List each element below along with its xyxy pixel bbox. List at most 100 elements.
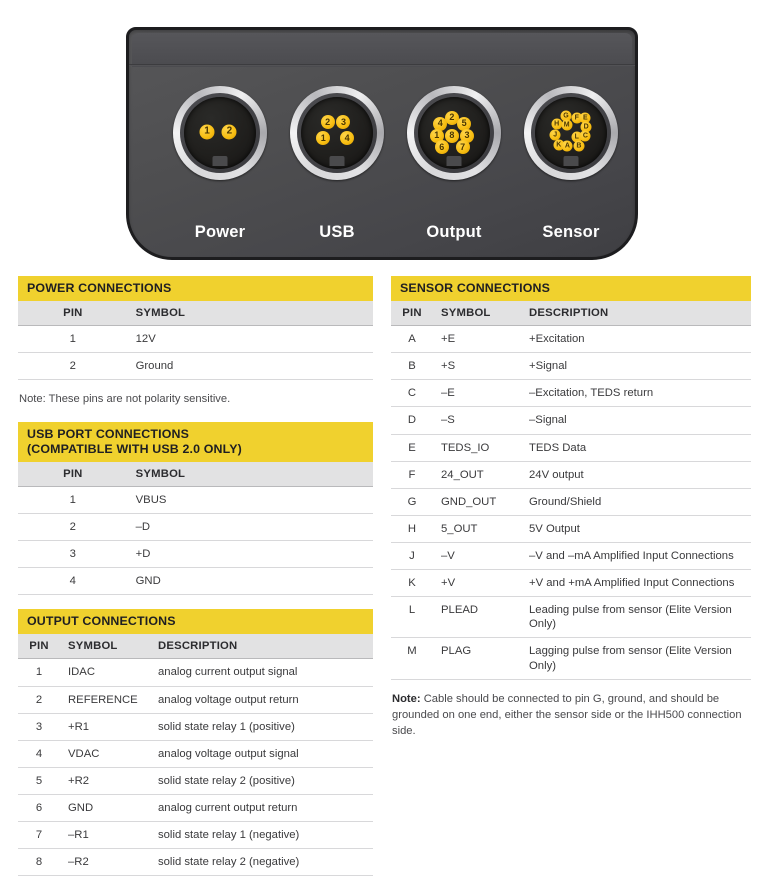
cell-description: –V and –mA Amplified Input Connections (525, 542, 751, 571)
power-note: Note: These pins are not polarity sensit… (19, 393, 231, 406)
cell-pin: 6 (18, 794, 60, 823)
cell-pin: 8 (18, 848, 60, 876)
table-row: 4 VDAC analog voltage output signal (18, 740, 373, 768)
cell-symbol: +R2 (60, 767, 154, 795)
connector-sensor: GFEHMDJLCKAB (524, 86, 618, 180)
sensor-connections-table: SENSOR CONNECTIONS PIN SYMBOL DESCRIPTIO… (391, 276, 751, 739)
table-row: M PLAG Lagging pulse from sensor (Elite Ve… (391, 637, 751, 680)
cell-pin: 1 (18, 325, 128, 354)
pin-usb-4: 4 (340, 131, 355, 146)
device-illustration: 1 2 Power 2 3 1 4 USB 2 4 5 1 8 3 6 7 Output G F E H M D J L C K A B… (126, 27, 638, 260)
table-row: 1 IDAC analog current output signal (18, 658, 373, 687)
cell-pin: K (391, 569, 433, 598)
table-row: H 5_OUT 5V Output (391, 515, 751, 544)
power-col-symbol: SYMBOL (127, 301, 373, 327)
device-seam-line (129, 64, 635, 66)
pin-sensor-M: M (561, 119, 573, 131)
cell-symbol: –R2 (60, 848, 154, 876)
cell-pin: 5 (18, 767, 60, 795)
table-row: 8 –R2 solid state relay 2 (negative) (18, 848, 373, 876)
sensor-table: PIN SYMBOL DESCRIPTION A +E +Excitation B +S… (391, 301, 751, 680)
table-row: 6 GND analog current output return (18, 794, 373, 823)
table-row: F 24_OUT 24V output (391, 461, 751, 489)
table-row: B +S +Signal (391, 352, 751, 381)
cell-symbol: +D (127, 540, 373, 569)
pin-sensor-C: C (579, 130, 591, 142)
cell-pin: E (391, 434, 433, 462)
cell-symbol: +E (433, 325, 525, 354)
connector-label-sensor: Sensor (542, 223, 600, 241)
cell-pin: 4 (18, 567, 128, 596)
table-row: 2 –D (18, 513, 373, 542)
connector-keyway (563, 156, 579, 166)
connector-label-power: Power (194, 223, 246, 241)
table-row: C –E –Excitation, TEDS return (391, 379, 751, 408)
cell-pin: C (391, 379, 433, 408)
pin-usb-2: 2 (320, 115, 335, 130)
cell-symbol: –E (433, 379, 525, 408)
connector-keyway (329, 156, 345, 166)
cell-pin: G (391, 488, 433, 516)
cell-description: analog current output signal (154, 658, 373, 687)
cell-pin: A (391, 325, 433, 354)
table-row: 3 +D (18, 540, 373, 569)
power-col-pin: PIN (18, 301, 128, 327)
sensor-col-description: DESCRIPTION (525, 301, 751, 327)
table-row: 2 Ground (18, 352, 373, 381)
output-table: PIN SYMBOL DESCRIPTION 1 IDAC analog curre… (18, 634, 373, 876)
sensor-table-body: A +E +Excitation B +S +Signal C –E –Excitation, … (391, 325, 751, 680)
pin-power-2: 2 (221, 124, 237, 140)
cell-pin: M (391, 637, 433, 680)
cell-description: +V and +mA Amplified Input Connections (525, 569, 751, 598)
output-table-title: OUTPUT CONNECTIONS (18, 609, 373, 635)
cell-symbol: PLAG (433, 637, 525, 680)
usb-table-body: 1 VBUS 2 –D 3 +D 4 GND (18, 486, 373, 596)
cell-pin: D (391, 406, 433, 435)
cell-description: solid state relay 2 (negative) (154, 848, 373, 876)
sensor-table-title: SENSOR CONNECTIONS (391, 276, 751, 302)
usb-connections-table: USB PORT CONNECTIONS (COMPATIBLE WITH US… (18, 421, 373, 596)
cell-symbol: Ground (127, 352, 373, 381)
table-row: 4 GND (18, 567, 373, 596)
table-row: L PLEAD Leading pulse from sensor (Elite V… (391, 596, 751, 639)
cell-pin: 3 (18, 713, 60, 741)
usb-col-symbol: SYMBOL (127, 461, 373, 487)
output-col-pin: PIN (18, 634, 60, 660)
table-row: 1 12V (18, 325, 373, 354)
connector-output: 24518367 (407, 86, 501, 180)
table-row: 1 VBUS (18, 486, 373, 514)
cell-pin: J (391, 542, 433, 571)
cell-description: analog current output return (154, 794, 373, 823)
cell-symbol: VDAC (60, 740, 154, 768)
table-header-row: PIN SYMBOL (18, 461, 373, 487)
cell-symbol: REFERENCE (60, 686, 154, 714)
table-row: E TEDS_IO TEDS Data (391, 434, 751, 462)
cell-description: Ground/Shield (525, 488, 751, 516)
cell-pin: 2 (18, 686, 60, 714)
cell-symbol: GND_OUT (433, 488, 525, 516)
cell-pin: 1 (18, 486, 128, 514)
pin-output-7: 7 (455, 140, 470, 155)
pin-power-1: 1 (199, 124, 215, 140)
cell-symbol: 5_OUT (433, 515, 525, 544)
cell-description: +Excitation (525, 325, 751, 354)
cell-symbol: +V (433, 569, 525, 598)
connector-barrel: 12 (184, 97, 256, 169)
cell-pin: 4 (18, 740, 60, 768)
cell-symbol: +R1 (60, 713, 154, 741)
cell-symbol: –R1 (60, 821, 154, 850)
cell-pin: H (391, 515, 433, 544)
table-header-row: PIN SYMBOL DESCRIPTION (18, 634, 373, 660)
sensor-note: Note: Cable should be connected to pin G… (391, 680, 751, 740)
cell-pin: 3 (18, 540, 128, 569)
cell-description: Lagging pulse from sensor (Elite Version… (525, 637, 751, 680)
connector-power: 12 (173, 86, 267, 180)
power-connections-table: POWER CONNECTIONS PIN SYMBOL 1 12V 2 Ground… (18, 276, 373, 408)
pin-output-6: 6 (434, 140, 449, 155)
output-col-symbol: SYMBOL (60, 634, 154, 660)
cell-description: TEDS Data (525, 434, 751, 462)
table-row: G GND_OUT Ground/Shield (391, 488, 751, 516)
cell-pin: L (391, 596, 433, 639)
